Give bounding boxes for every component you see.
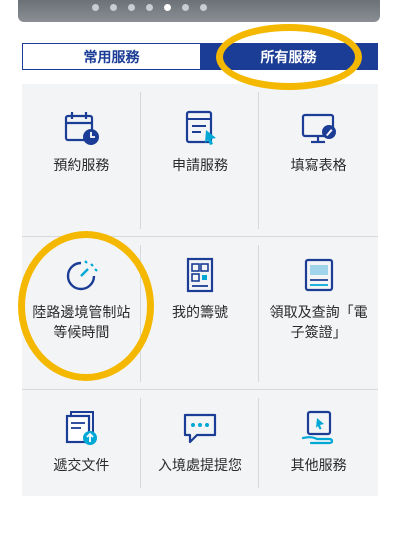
carousel-banner[interactable] [18, 0, 380, 22]
services-grid: 預約服務 申請服務 填寫表格 陸路邊境管制站等候時間 我的籌號 領取及查詢「電子… [22, 84, 378, 496]
service-fill-forms[interactable]: 填寫表格 [259, 84, 378, 237]
tab-common-services[interactable]: 常用服務 [23, 44, 200, 69]
form-click-icon [185, 110, 216, 145]
service-e-visa[interactable]: 領取及查詢「電子簽證」 [259, 237, 378, 390]
service-label: 申請服務 [171, 158, 228, 174]
carousel-dot-active[interactable] [164, 4, 171, 11]
hand-tablet-icon [301, 410, 333, 445]
carousel-dot[interactable] [92, 4, 99, 11]
service-label: 入境處提提您 [157, 458, 242, 474]
carousel-dot[interactable] [128, 4, 135, 11]
carousel-dots [92, 4, 207, 11]
calendar-clock-icon [65, 112, 100, 145]
carousel-dot[interactable] [182, 4, 189, 11]
service-my-ticket[interactable]: 我的籌號 [141, 237, 260, 390]
service-label: 遞交文件 [53, 458, 110, 474]
service-label: 陸路邊境管制站等候時間 [32, 305, 131, 341]
carousel-dot[interactable] [200, 4, 207, 11]
service-label: 我的籌號 [171, 305, 228, 321]
carousel-dot[interactable] [110, 4, 117, 11]
service-application[interactable]: 申請服務 [141, 84, 260, 237]
service-label: 預約服務 [53, 158, 110, 174]
service-land-border-wait-time[interactable]: 陸路邊境管制站等候時間 [22, 237, 141, 390]
service-tabs: 常用服務 所有服務 [22, 43, 378, 70]
service-submit-documents[interactable]: 遞交文件 [22, 390, 141, 496]
document-upload-icon [66, 411, 98, 445]
queue-ticket-icon [186, 257, 214, 293]
timer-icon [67, 260, 99, 291]
monitor-edit-icon [301, 113, 336, 144]
service-other[interactable]: 其他服務 [259, 390, 378, 496]
service-appointment[interactable]: 預約服務 [22, 84, 141, 237]
service-immd-reminders[interactable]: 入境處提提您 [141, 390, 260, 496]
e-visa-icon [304, 258, 333, 292]
service-label: 領取及查詢「電子簽證」 [269, 305, 368, 341]
service-label: 填寫表格 [290, 158, 347, 174]
chat-bubble-icon [183, 413, 217, 444]
service-label: 其他服務 [290, 458, 347, 474]
tab-all-services[interactable]: 所有服務 [200, 44, 377, 69]
carousel-dot[interactable] [146, 4, 153, 11]
